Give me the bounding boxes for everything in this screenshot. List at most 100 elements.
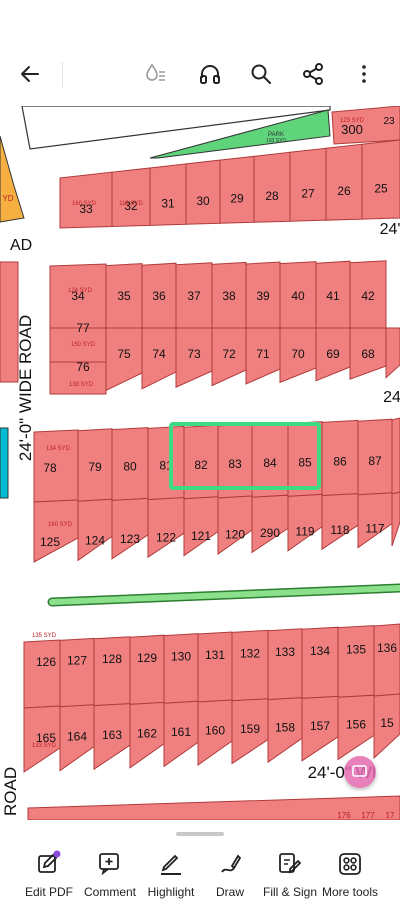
syd-label-125: 160 SYD (48, 522, 73, 528)
syd-label-126: 135 SYD (32, 633, 57, 639)
tool-fill-sign[interactable]: Fill & Sign (256, 850, 324, 899)
search-button[interactable] (243, 56, 279, 92)
plot-129 (129, 634, 165, 705)
plot-label-38: 38 (222, 289, 236, 303)
drag-handle[interactable] (176, 832, 224, 836)
syd-label-300: 123 SYD (340, 118, 365, 124)
arrow-left-icon (21, 66, 39, 82)
plot-128 (93, 636, 131, 707)
plot-32 (111, 167, 151, 227)
plot-label-85: 85 (298, 455, 312, 469)
plot-label-74: 74 (152, 347, 166, 361)
plot-label-156: 156 (346, 718, 366, 732)
tool-more-tools[interactable]: More tools (316, 850, 384, 899)
tool-label: Draw (215, 885, 244, 899)
draw-icon (221, 854, 242, 873)
syd-label-33: 160 SYD (72, 201, 97, 207)
pdf-page-view[interactable]: PARK 193 SYD YD 300 123 SYD 23 33 32 31 30 29 28 27 2… (0, 106, 400, 820)
tool-edit-pdf[interactable]: Edit PDF (15, 850, 83, 899)
tool-label: More tools (321, 885, 379, 899)
plot-label-71: 71 (256, 347, 270, 361)
plot-label-159: 159 (240, 722, 260, 736)
plot-126 (23, 639, 61, 709)
plot-label-158: 158 (275, 721, 295, 735)
plot-label-126: 126 (36, 655, 56, 669)
top-toolbar (0, 44, 400, 107)
plot-label-partial: 23 (383, 116, 395, 127)
liquid-mode-button[interactable] (138, 56, 174, 92)
plot-label-82: 82 (194, 458, 208, 472)
plot-label-117: 117 (365, 522, 384, 536)
read-aloud-button[interactable] (192, 56, 228, 92)
back-button[interactable] (12, 56, 48, 92)
comment-icon (99, 853, 119, 876)
plot-blue-partial (0, 427, 9, 499)
toolbar-separator (62, 62, 63, 88)
plot-130 (163, 633, 199, 704)
more-tools-icon (339, 853, 361, 875)
plot-label-164: 164 (67, 730, 87, 744)
plot-119 (287, 493, 323, 552)
plot-28 (253, 151, 291, 223)
plot-label-26: 26 (337, 184, 351, 198)
plot-label-84: 84 (263, 456, 277, 470)
plot-label-122: 122 (156, 531, 176, 545)
more-options-button[interactable] (346, 56, 382, 92)
share-icon (303, 63, 323, 85)
plot-label-41: 41 (326, 289, 340, 303)
search-icon (251, 64, 271, 84)
floating-comment-button[interactable] (344, 756, 376, 788)
plot-136 (373, 623, 400, 697)
plot-134 (301, 626, 339, 699)
plot-label-83: 83 (228, 457, 242, 471)
syd-label-165: 133 SYD (32, 743, 57, 749)
status-bar (0, 0, 400, 44)
plot-label-25: 25 (374, 181, 388, 195)
plot-label-129: 129 (137, 651, 157, 665)
share-button[interactable] (295, 56, 331, 92)
plot-133 (267, 628, 303, 701)
plot-121 (183, 496, 219, 557)
plot-label-119: 119 (295, 525, 314, 539)
plot-label-75: 75 (117, 347, 131, 361)
plot-label-39: 39 (256, 289, 270, 303)
road-label-partial: AD (10, 237, 32, 254)
syd-label-77: 150 SYD (71, 342, 96, 348)
tool-label: Edit PDF (24, 885, 73, 899)
plot-label-135: 135 (346, 642, 366, 656)
plot-undefined (385, 327, 400, 379)
plot-27 (289, 147, 327, 222)
plot-label-76: 76 (76, 360, 90, 374)
plot-132 (231, 629, 269, 702)
highlight-icon (161, 854, 181, 875)
syd-label-34: 124 SYD (68, 288, 93, 294)
syd-label-32: 116 SYD (119, 201, 143, 207)
plot-label-163: 163 (102, 728, 122, 742)
plot-label-72: 72 (222, 347, 236, 361)
plot-label-27: 27 (301, 186, 315, 200)
plot-label-29: 29 (230, 192, 244, 206)
plot-label-69: 69 (326, 347, 340, 361)
plot-label-125: 125 (40, 535, 60, 549)
plot-row3b-edge (391, 491, 400, 547)
plot-label-17: 17 (386, 811, 395, 820)
plot-label-132: 132 (240, 647, 260, 661)
tool-comment[interactable]: Comment (76, 850, 144, 899)
tool-highlight[interactable]: Highlight (137, 850, 205, 899)
syd-label-76: 138 SYD (69, 382, 94, 388)
liquid-mode-icon (146, 63, 165, 81)
plot-29 (219, 155, 255, 224)
plot-label-136: 136 (377, 641, 397, 655)
plot-label-120: 120 (225, 528, 245, 542)
plot-label-127: 127 (67, 654, 87, 668)
plot-label-78: 78 (43, 461, 57, 475)
plot-122 (147, 497, 185, 559)
tool-draw[interactable]: Draw (196, 850, 264, 899)
plot-label-36: 36 (152, 289, 166, 303)
road-label-24-top: 24' (380, 221, 400, 238)
plot-label-121: 121 (191, 529, 211, 543)
plot-label-28: 28 (265, 189, 279, 203)
park-area-label: 193 SYD (266, 138, 286, 144)
plot-30 (185, 159, 221, 225)
fill-sign-icon (279, 853, 302, 874)
